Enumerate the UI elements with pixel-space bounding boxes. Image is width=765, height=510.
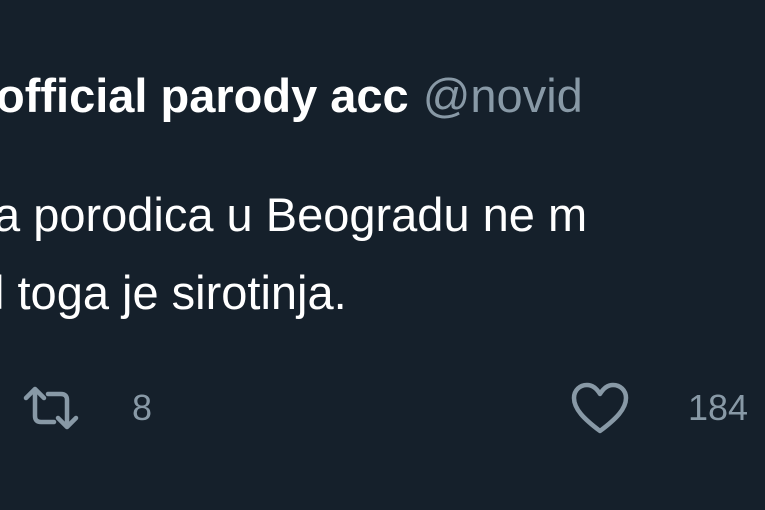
tweet-actions: 8 184 bbox=[0, 368, 765, 448]
tweet-text: a porodica u Beogradu ne m l toga je sir… bbox=[0, 176, 587, 332]
retweet-count: 8 bbox=[132, 387, 153, 428]
tweet-text-line: l toga je sirotinja. bbox=[0, 266, 347, 319]
retweet-icon[interactable] bbox=[22, 386, 80, 430]
tweet-header: official parody acc @novid bbox=[0, 66, 583, 126]
tweet-text-line: a porodica u Beogradu ne m bbox=[0, 188, 588, 241]
heart-icon[interactable] bbox=[570, 381, 630, 435]
user-handle[interactable]: @novid bbox=[423, 69, 583, 122]
like-count: 184 bbox=[688, 387, 749, 428]
display-name[interactable]: official parody acc bbox=[0, 69, 409, 122]
tweet-card: official parody acc @novid a porodica u B… bbox=[0, 0, 765, 510]
like-button[interactable]: 184 bbox=[570, 368, 748, 448]
retweet-button[interactable]: 8 bbox=[22, 368, 152, 448]
